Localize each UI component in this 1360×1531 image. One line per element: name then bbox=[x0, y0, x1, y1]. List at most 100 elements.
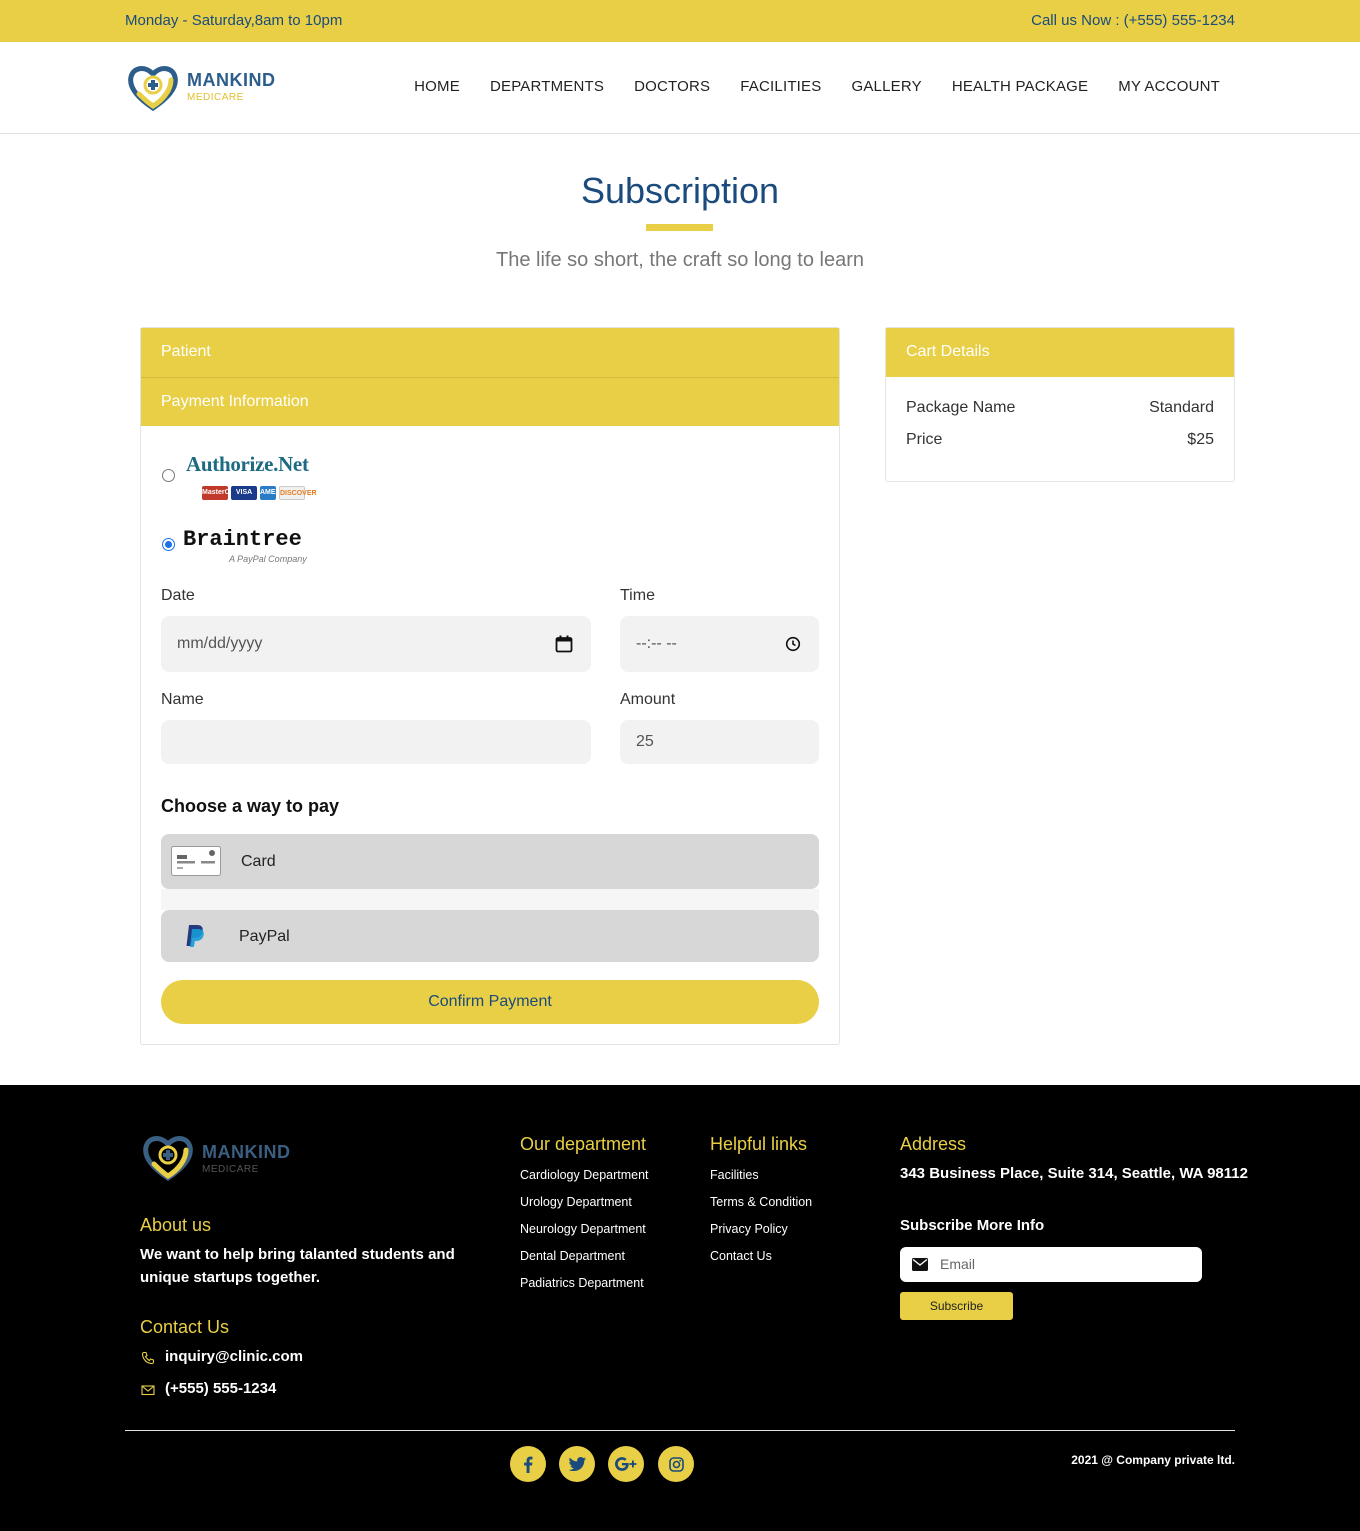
instagram-glyph-icon bbox=[668, 1456, 684, 1472]
call-us-phone[interactable]: Call us Now : (+555) 555-1234 bbox=[1031, 12, 1235, 29]
subscribe-button[interactable]: Subscribe bbox=[900, 1292, 1013, 1320]
authorize-net-radio[interactable] bbox=[162, 469, 175, 482]
braintree-radio[interactable] bbox=[162, 538, 175, 551]
footer-logo-brand: MANKIND bbox=[202, 1142, 291, 1162]
twitter-glyph-icon bbox=[568, 1457, 586, 1471]
dept-link-cardiology[interactable]: Cardiology Department bbox=[520, 1168, 649, 1182]
site-logo[interactable]: MANKIND MEDICARE bbox=[125, 60, 285, 116]
authorize-net-logo[interactable]: Authorize.Net bbox=[186, 452, 309, 477]
discover-icon: DISCOVER bbox=[279, 486, 317, 500]
price-label: Price bbox=[906, 431, 943, 448]
nav-facilities[interactable]: FACILITIES bbox=[740, 78, 821, 95]
dept-link-dental[interactable]: Dental Department bbox=[520, 1249, 625, 1263]
card-option-label: Card bbox=[241, 853, 276, 870]
time-input[interactable]: --:-- -- bbox=[620, 616, 819, 672]
name-input[interactable] bbox=[161, 720, 591, 764]
paypal-payment-option[interactable]: PayPal bbox=[161, 910, 819, 962]
footer-link-contact[interactable]: Contact Us bbox=[710, 1249, 772, 1263]
subscribe-email-input[interactable]: Email bbox=[900, 1247, 1202, 1282]
footer-link-terms[interactable]: Terms & Condition bbox=[710, 1195, 812, 1209]
nav-departments[interactable]: DEPARTMENTS bbox=[490, 78, 604, 95]
card-payment-option[interactable]: Card bbox=[161, 834, 819, 889]
address-text: 343 Business Place, Suite 314, Seattle, … bbox=[900, 1165, 1248, 1182]
cart-details-title: Cart Details bbox=[886, 328, 1234, 377]
contact-us-heading: Contact Us bbox=[140, 1317, 230, 1337]
date-placeholder: mm/dd/yyyy bbox=[177, 635, 263, 652]
mastercard-icon: MasterCard bbox=[202, 486, 241, 500]
google-plus-glyph-icon bbox=[615, 1457, 637, 1471]
dept-link-neurology[interactable]: Neurology Department bbox=[520, 1222, 646, 1236]
about-us-heading: About us bbox=[140, 1215, 212, 1235]
logo-subtitle: MEDICARE bbox=[187, 92, 244, 103]
choose-payment-title: Choose a way to pay bbox=[161, 796, 340, 816]
title-underline bbox=[646, 224, 713, 231]
mail-icon bbox=[141, 1385, 155, 1396]
payment-info-accordion-header[interactable]: Payment Information bbox=[141, 377, 839, 426]
facebook-icon[interactable] bbox=[510, 1446, 546, 1482]
payment-card: Patient Payment Information Authorize.Ne… bbox=[140, 327, 840, 1045]
clock-icon[interactable] bbox=[785, 636, 801, 652]
about-us-text: We want to help bring talanted students … bbox=[140, 1246, 455, 1286]
cart-price-row: Price $25 bbox=[906, 431, 1214, 449]
dept-link-urology[interactable]: Urology Department bbox=[520, 1195, 632, 1209]
logo-brand: MANKIND bbox=[187, 70, 276, 90]
instagram-icon[interactable] bbox=[658, 1446, 694, 1482]
subscribe-heading: Subscribe More Info bbox=[900, 1217, 1045, 1234]
nav-my-account[interactable]: MY ACCOUNT bbox=[1118, 78, 1220, 95]
credit-card-icon bbox=[171, 846, 221, 876]
braintree-logo[interactable]: Braintree bbox=[183, 527, 302, 552]
copyright-text: 2021 @ Company private ltd. bbox=[1071, 1453, 1235, 1467]
twitter-icon[interactable] bbox=[559, 1446, 595, 1482]
phone-icon bbox=[141, 1351, 155, 1365]
google-plus-icon[interactable] bbox=[608, 1446, 644, 1482]
nav-health-package[interactable]: HEALTH PACKAGE bbox=[952, 78, 1088, 95]
footer-logo-subtitle: MEDICARE bbox=[202, 1164, 259, 1175]
time-placeholder: --:-- -- bbox=[636, 635, 677, 652]
amount-input[interactable]: 25 bbox=[620, 720, 819, 764]
amount-label: Amount bbox=[620, 691, 676, 708]
amount-value: 25 bbox=[636, 733, 654, 750]
cart-details-card: Cart Details Package Name Standard Price… bbox=[885, 327, 1235, 482]
nav-home[interactable]: HOME bbox=[414, 78, 460, 95]
nav-menu: HOME DEPARTMENTS DOCTORS FACILITIES GALL… bbox=[414, 78, 1220, 95]
amex-icon: AMEX bbox=[260, 486, 280, 500]
cart-package-row: Package Name Standard bbox=[906, 399, 1214, 417]
payment-option-separator bbox=[161, 889, 819, 910]
facebook-glyph-icon bbox=[524, 1456, 533, 1473]
contact-phone[interactable]: (+555) 555-1234 bbox=[165, 1380, 276, 1397]
email-placeholder: Email bbox=[940, 1256, 976, 1272]
time-label: Time bbox=[620, 587, 655, 604]
top-bar: Monday - Saturday,8am to 10pm Call us No… bbox=[0, 0, 1360, 42]
helpful-links-heading: Helpful links bbox=[710, 1134, 808, 1154]
footer-divider bbox=[125, 1430, 1235, 1431]
footer-link-privacy[interactable]: Privacy Policy bbox=[710, 1222, 788, 1236]
nav-doctors[interactable]: DOCTORS bbox=[634, 78, 710, 95]
page-subtitle: The life so short, the craft so long to … bbox=[496, 249, 864, 271]
date-input[interactable]: mm/dd/yyyy bbox=[161, 616, 591, 672]
date-label: Date bbox=[161, 587, 195, 604]
calendar-icon[interactable] bbox=[555, 635, 573, 653]
footer-link-facilities[interactable]: Facilities bbox=[710, 1168, 759, 1182]
opening-hours: Monday - Saturday,8am to 10pm bbox=[125, 12, 343, 29]
name-label: Name bbox=[161, 691, 204, 708]
envelope-icon bbox=[912, 1258, 928, 1271]
nav-gallery[interactable]: GALLERY bbox=[851, 78, 921, 95]
page-title: Subscription bbox=[580, 170, 780, 211]
patient-accordion-header[interactable]: Patient bbox=[141, 328, 839, 377]
heart-cross-logo-icon bbox=[128, 66, 178, 112]
main-navbar: MANKIND MEDICARE HOME DEPARTMENTS DOCTOR… bbox=[0, 42, 1360, 134]
paypal-option-label: PayPal bbox=[239, 928, 290, 945]
address-heading: Address bbox=[900, 1134, 967, 1154]
package-name-label: Package Name bbox=[906, 399, 1016, 416]
visa-icon: VISA bbox=[231, 486, 257, 500]
price-value: $25 bbox=[1187, 431, 1214, 448]
our-department-heading: Our department bbox=[520, 1134, 647, 1154]
contact-email[interactable]: inquiry@clinic.com bbox=[165, 1348, 303, 1365]
confirm-payment-button[interactable]: Confirm Payment bbox=[161, 980, 819, 1024]
braintree-tagline: A PayPal Company bbox=[229, 554, 307, 564]
dept-link-padiatrics[interactable]: Padiatrics Department bbox=[520, 1276, 644, 1290]
footer-heart-cross-logo-icon bbox=[143, 1136, 193, 1182]
site-footer: MANKIND MEDICARE About us We want to hel… bbox=[0, 1085, 1360, 1531]
footer-logo[interactable]: MANKIND MEDICARE bbox=[140, 1130, 300, 1186]
package-name-value: Standard bbox=[1149, 399, 1214, 416]
